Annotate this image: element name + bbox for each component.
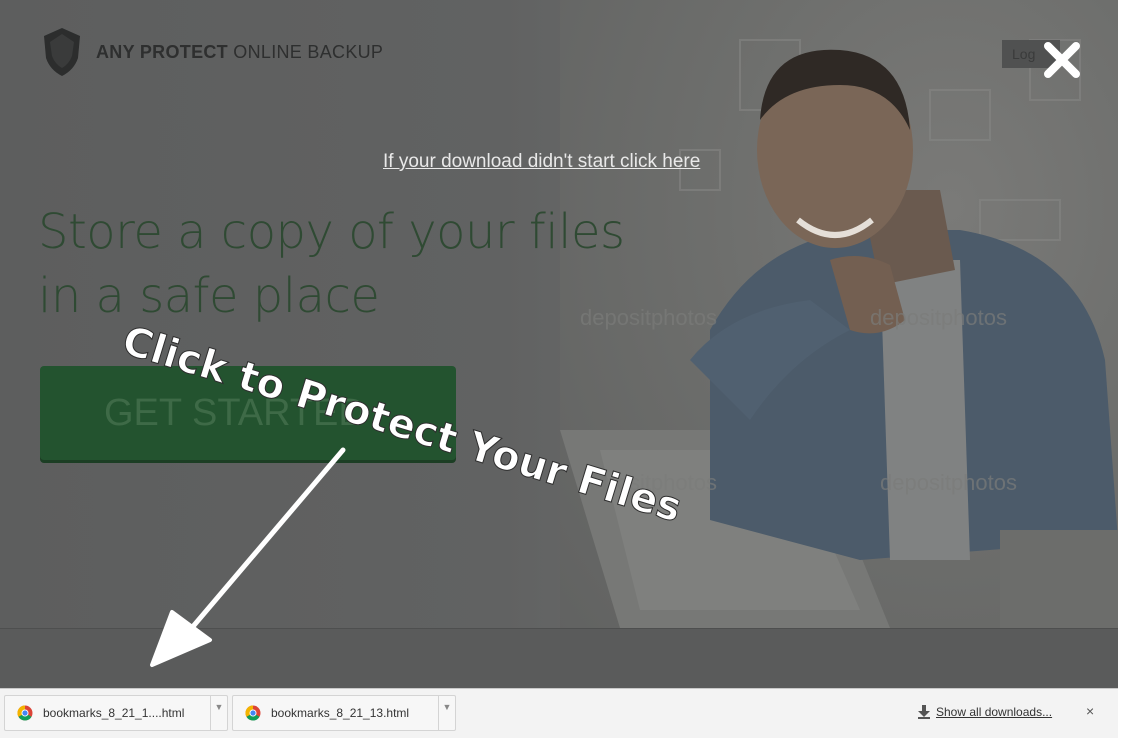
shield-icon — [44, 28, 80, 76]
get-started-button[interactable]: GET STARTED — [40, 366, 456, 460]
brand-name: ANY PROTECT ONLINE BACKUP — [96, 41, 384, 62]
download-retry-link[interactable]: If your download didn't start click here — [383, 151, 700, 173]
chevron-down-icon[interactable]: ▼ — [438, 696, 455, 730]
background-photo — [560, 0, 1118, 688]
brand-logo: ANY PROTECT ONLINE BACKUP — [42, 26, 383, 78]
watermark: depositphotos — [870, 305, 1007, 330]
watermark: depositphotos — [580, 470, 717, 495]
download-icon — [918, 705, 930, 719]
watermark: depositphotos — [880, 470, 1017, 495]
download-filename: bookmarks_8_21_13.html — [271, 706, 410, 720]
download-filename: bookmarks_8_21_1....html — [43, 706, 185, 720]
headline-line-1: Store a copy of your files — [38, 204, 625, 260]
download-item[interactable]: bookmarks_8_21_13.html ▼ — [232, 695, 456, 731]
footer-band — [0, 628, 1118, 688]
headline: Store a copy of your files in a safe pla… — [38, 200, 738, 328]
show-all-label: Show all downloads... — [936, 705, 1053, 719]
man-with-laptop-photo — [560, 39, 1118, 630]
close-download-bar-button[interactable]: × — [1086, 703, 1094, 719]
chrome-icon — [17, 705, 33, 721]
chrome-icon — [245, 705, 261, 721]
chevron-down-icon[interactable]: ▼ — [210, 696, 227, 730]
download-item[interactable]: bookmarks_8_21_1....html ▼ — [4, 695, 228, 731]
close-icon — [1044, 42, 1080, 78]
download-bar: bookmarks_8_21_1....html ▼ bookmarks_8_2… — [0, 688, 1118, 738]
ad-overlay: depositphotos depositphotos depositphoto… — [0, 0, 1118, 688]
close-button[interactable] — [1040, 38, 1084, 82]
show-all-downloads-link[interactable]: Show all downloads... — [918, 705, 1052, 719]
headline-line-2: in a safe place — [38, 268, 380, 324]
